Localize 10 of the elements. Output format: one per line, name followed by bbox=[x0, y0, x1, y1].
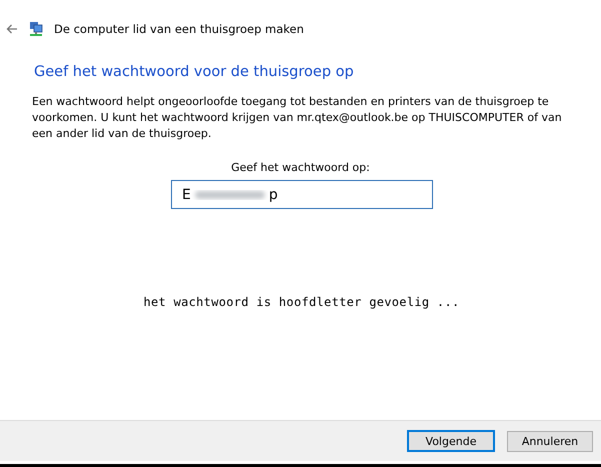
password-label: Geef het wachtwoord op: bbox=[230, 161, 371, 174]
network-computers-icon bbox=[28, 21, 44, 37]
password-field[interactable]: E p bbox=[171, 180, 433, 209]
description-text: Een wachtwoord helpt ongeoorloofde toegang tot bestanden en printers van de thuisgroep te voorkomen. U kunt het wachtwoord krijgen van mr.qtex@outlook.be op THUISCOMPUTER of van een ander lid van de thuisgroep. bbox=[32, 94, 563, 142]
next-button[interactable]: Volgende bbox=[407, 430, 495, 452]
back-icon[interactable] bbox=[6, 24, 18, 34]
cancel-button[interactable]: Annuleren bbox=[507, 430, 593, 452]
hint-text: het wachtwoord is hoofdletter gevoelig ... bbox=[142, 295, 461, 309]
page-heading: Geef het wachtwoord voor de thuisgroep op bbox=[34, 64, 355, 80]
window-title: De computer lid van een thuisgroep maken bbox=[54, 22, 304, 36]
